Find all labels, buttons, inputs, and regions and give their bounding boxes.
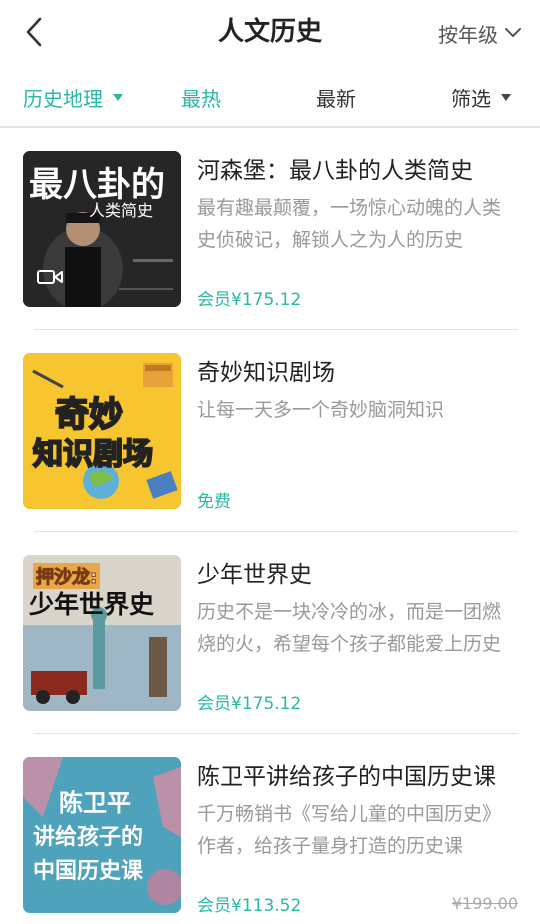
item-info: 河森堡：最八卦的人类简史 最有趣最颠覆，一场惊心动魄的人类史侦破记，解锁人之为人… xyxy=(197,154,518,256)
list-item[interactable]: 押沙龙: 少年世界史 少年世界史 历史不是一块冷冷的冰，而是一团燃烧的火，希望每… xyxy=(0,532,540,734)
item-info: 陈卫平讲给孩子的中国历史课 千万畅销书《写给儿童的中国历史》作者，给孩子量身打造… xyxy=(197,760,518,862)
tab-label: 最新 xyxy=(316,86,356,111)
course-description: 历史不是一块冷冷的冰，而是一团燃烧的火，希望每个孩子都能爱上历史 xyxy=(197,601,502,655)
course-cover: 陈卫平 讲给孩子的 中国历史课 xyxy=(23,757,181,913)
tab-filter[interactable]: 筛选 xyxy=(451,70,511,124)
course-price: 会员¥113.52 xyxy=(197,895,302,916)
course-title: 陈卫平讲给孩子的中国历史课 xyxy=(197,764,496,790)
tab-label: 筛选 xyxy=(451,86,491,111)
grade-filter-label: 按年级 xyxy=(438,22,498,47)
course-cover: 押沙龙: 少年世界史 xyxy=(23,555,181,711)
cover-title: 少年世界史 xyxy=(29,590,155,619)
course-price: 会员¥175.12 xyxy=(197,289,302,310)
back-button[interactable] xyxy=(18,14,50,50)
header-bar: 人文历史 按年级 xyxy=(0,0,540,64)
tab-newest[interactable]: 最新 xyxy=(316,70,356,124)
chevron-down-icon xyxy=(505,28,521,37)
course-title: 河森堡：最八卦的人类简史 xyxy=(197,158,473,184)
item-info: 奇妙知识剧场 让每一天多一个奇妙脑洞知识 xyxy=(197,356,518,458)
grade-filter-button[interactable]: 按年级 xyxy=(438,18,522,48)
course-price: 免费 xyxy=(197,491,231,512)
course-title: 少年世界史 xyxy=(197,562,312,588)
cover-subtitle-2: 中国历史课 xyxy=(33,859,144,884)
tab-label: 历史地理 xyxy=(23,86,103,111)
course-description: 千万畅销书《写给儿童的中国历史》作者，给孩子量身打造的历史课 xyxy=(197,803,502,857)
course-description: 最有趣最颠覆，一场惊心动魄的人类史侦破记，解锁人之为人的历史 xyxy=(197,197,502,251)
filter-tabs: 历史地理 最热 最新 筛选 xyxy=(0,70,540,124)
cover-subtitle: 讲给孩子的 xyxy=(33,825,144,850)
cover-title: 陈卫平 xyxy=(59,789,131,817)
price-row: 会员¥113.52 ¥199.00 xyxy=(197,891,518,916)
caret-down-icon xyxy=(113,93,123,101)
course-cover: 奇妙 知识剧场 xyxy=(23,353,181,509)
course-price: 会员¥175.12 xyxy=(197,693,302,714)
chevron-left-icon xyxy=(26,17,42,47)
price-row: 免费 xyxy=(197,487,518,512)
cover-subtitle: 知识剧场 xyxy=(32,436,154,473)
course-title: 奇妙知识剧场 xyxy=(197,360,335,386)
course-cover: 最八卦的 人类简史 xyxy=(23,151,181,307)
price-row: 会员¥175.12 xyxy=(197,285,518,310)
tab-hottest[interactable]: 最热 xyxy=(181,70,221,124)
original-price: ¥199.00 xyxy=(451,893,518,913)
tab-label: 最热 xyxy=(181,86,221,111)
course-description: 让每一天多一个奇妙脑洞知识 xyxy=(197,399,445,421)
cover-subtitle: 人类简史 xyxy=(89,201,154,220)
list-item[interactable]: 奇妙 知识剧场 奇妙知识剧场 让每一天多一个奇妙脑洞知识 免费 xyxy=(0,330,540,532)
tab-history-geography[interactable]: 历史地理 xyxy=(23,70,123,124)
video-camera-icon xyxy=(37,270,63,284)
price-row: 会员¥175.12 xyxy=(197,689,518,714)
list-item[interactable]: 最八卦的 人类简史 河森堡：最八卦的人类简史 最有趣最颠覆，一场惊心动魄的人类史… xyxy=(0,128,540,330)
list-item[interactable]: 陈卫平 讲给孩子的 中国历史课 陈卫平讲给孩子的中国历史课 千万畅销书《写给儿童… xyxy=(0,734,540,924)
caret-down-icon xyxy=(501,93,511,101)
item-info: 少年世界史 历史不是一块冷冷的冰，而是一团燃烧的火，希望每个孩子都能爱上历史 xyxy=(197,558,518,660)
